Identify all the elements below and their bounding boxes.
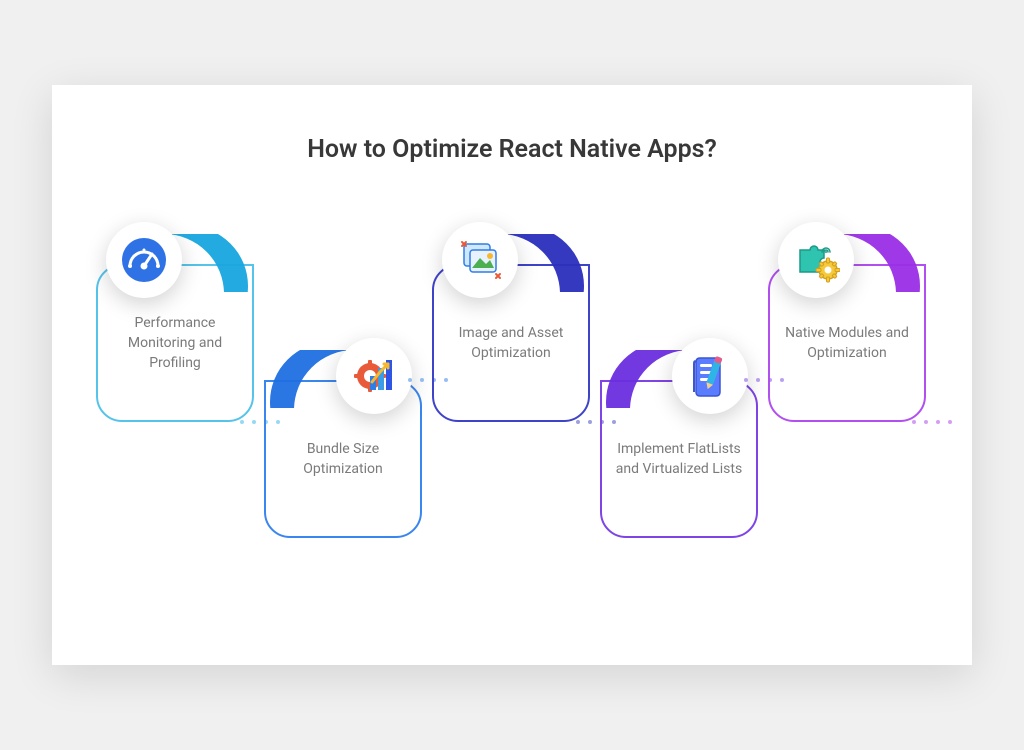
connector-dots (912, 420, 952, 424)
card-label: Native Modules and Optimization (782, 323, 912, 364)
card-flatlists: Implement FlatLists and Virtualized List… (600, 380, 758, 538)
card-native-modules: Native Modules and Optimization (768, 264, 926, 422)
gear-chart-icon (336, 338, 412, 414)
checklist-icon (672, 338, 748, 414)
card-label: Bundle Size Optimization (278, 439, 408, 480)
diagram-canvas: How to Optimize React Native Apps? Perfo… (52, 85, 972, 665)
diagram-title: How to Optimize React Native Apps? (92, 135, 932, 164)
images-icon (442, 222, 518, 298)
card-image-asset: Image and Asset Optimization (432, 264, 590, 422)
card-label: Implement FlatLists and Virtualized List… (614, 439, 744, 480)
card-label: Image and Asset Optimization (446, 323, 576, 364)
gauge-icon (106, 222, 182, 298)
puzzle-gear-icon (778, 222, 854, 298)
card-performance-monitoring: Performance Monitoring and Profiling (96, 264, 254, 422)
cards-row: Performance Monitoring and Profiling (92, 220, 932, 580)
card-label: Performance Monitoring and Profiling (110, 313, 240, 374)
card-bundle-size: Bundle Size Optimization (264, 380, 422, 538)
